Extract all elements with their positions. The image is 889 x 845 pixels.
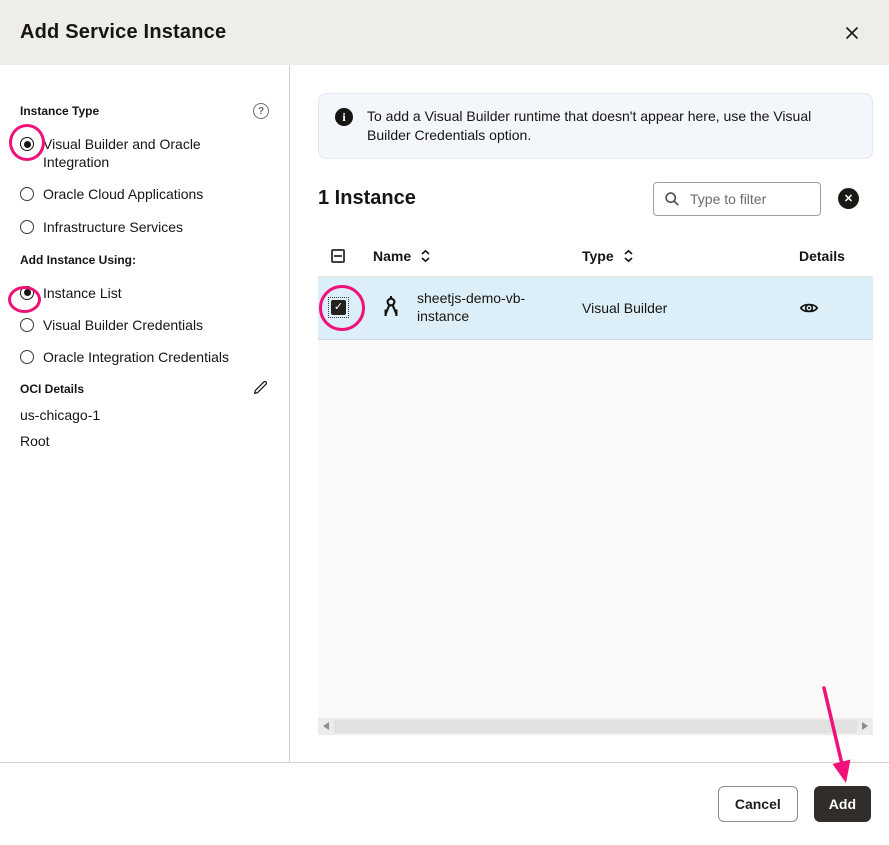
instance-count-heading: 1 Instance xyxy=(318,187,416,210)
table-header-row: Name Type Details xyxy=(318,237,873,277)
instance-type-value: Visual Builder xyxy=(582,300,790,316)
sort-name-icon[interactable] xyxy=(420,248,431,264)
dialog-body: Instance Type ? Visual Builder and Oracl… xyxy=(0,65,889,762)
add-instance-using-label: Add Instance Using: xyxy=(20,253,136,267)
radio-oracle-integration-credentials[interactable]: Oracle Integration Credentials xyxy=(20,348,269,366)
radio-button-selected[interactable] xyxy=(20,286,34,300)
radio-button[interactable] xyxy=(20,318,34,332)
radio-button[interactable] xyxy=(20,187,34,201)
table-empty-area xyxy=(318,340,873,718)
scrollbar-left-arrow-icon[interactable] xyxy=(323,722,329,730)
sort-type-icon[interactable] xyxy=(623,248,634,264)
radio-button-selected[interactable] xyxy=(20,137,34,151)
table-toolbar: 1 Instance ✕ xyxy=(318,181,873,217)
filter-input[interactable] xyxy=(688,190,810,208)
close-icon[interactable] xyxy=(839,20,865,46)
main-panel: i To add a Visual Builder runtime that d… xyxy=(290,65,889,762)
checkbox-check-icon: ✓ xyxy=(331,300,346,315)
instance-type-radio-group: Visual Builder and Oracle Integration Or… xyxy=(20,135,269,236)
sidebar: Instance Type ? Visual Builder and Oracl… xyxy=(0,65,290,762)
instance-type-label: Instance Type xyxy=(20,104,99,118)
row-checkbox[interactable]: ✓ xyxy=(328,297,349,318)
radio-button[interactable] xyxy=(20,220,34,234)
radio-infrastructure-services[interactable]: Infrastructure Services xyxy=(20,218,269,236)
filter-search-box[interactable] xyxy=(653,182,821,216)
add-button[interactable]: Add xyxy=(814,786,871,822)
radio-instance-list[interactable]: Instance List xyxy=(20,284,269,302)
radio-visual-builder-and-oracle-integration[interactable]: Visual Builder and Oracle Integration xyxy=(20,135,269,171)
oci-details-label: OCI Details xyxy=(20,382,84,396)
table-row[interactable]: ✓ sheetjs-demo-vb-instance xyxy=(318,277,873,340)
radio-oracle-cloud-applications[interactable]: Oracle Cloud Applications xyxy=(20,185,269,203)
oci-region-value: us-chicago-1 xyxy=(20,407,269,423)
add-instance-using-radio-group: Instance List Visual Builder Credentials… xyxy=(20,284,269,367)
radio-button[interactable] xyxy=(20,350,34,364)
details-eye-icon[interactable] xyxy=(799,298,819,318)
instance-table: Name Type Details xyxy=(318,237,873,735)
edit-pencil-icon[interactable] xyxy=(252,379,269,399)
scrollbar-right-arrow-icon[interactable] xyxy=(862,722,868,730)
dialog-header: Add Service Instance xyxy=(0,0,889,65)
scrollbar-thumb[interactable] xyxy=(334,720,857,733)
info-banner: i To add a Visual Builder runtime that d… xyxy=(318,93,873,159)
oci-compartment-value: Root xyxy=(20,433,269,449)
cancel-button[interactable]: Cancel xyxy=(718,786,798,822)
info-banner-text: To add a Visual Builder runtime that doe… xyxy=(367,107,856,145)
radio-visual-builder-credentials[interactable]: Visual Builder Credentials xyxy=(20,316,269,334)
info-icon: i xyxy=(335,108,353,126)
clear-filter-icon[interactable]: ✕ xyxy=(838,188,859,209)
column-header-type: Type xyxy=(582,248,790,264)
help-icon[interactable]: ? xyxy=(253,103,269,119)
search-icon xyxy=(664,191,680,207)
add-service-instance-dialog: Add Service Instance Instance Type ? Vis… xyxy=(0,0,889,845)
column-header-name: Name xyxy=(373,248,582,264)
visual-builder-compass-icon xyxy=(381,295,401,321)
instance-name: sheetjs-demo-vb-instance xyxy=(417,290,537,326)
dialog-footer: Cancel Add xyxy=(0,762,889,845)
column-header-details: Details xyxy=(790,248,873,264)
dialog-title: Add Service Instance xyxy=(20,21,226,44)
select-all-checkbox[interactable] xyxy=(331,249,345,263)
horizontal-scrollbar[interactable] xyxy=(318,718,873,735)
